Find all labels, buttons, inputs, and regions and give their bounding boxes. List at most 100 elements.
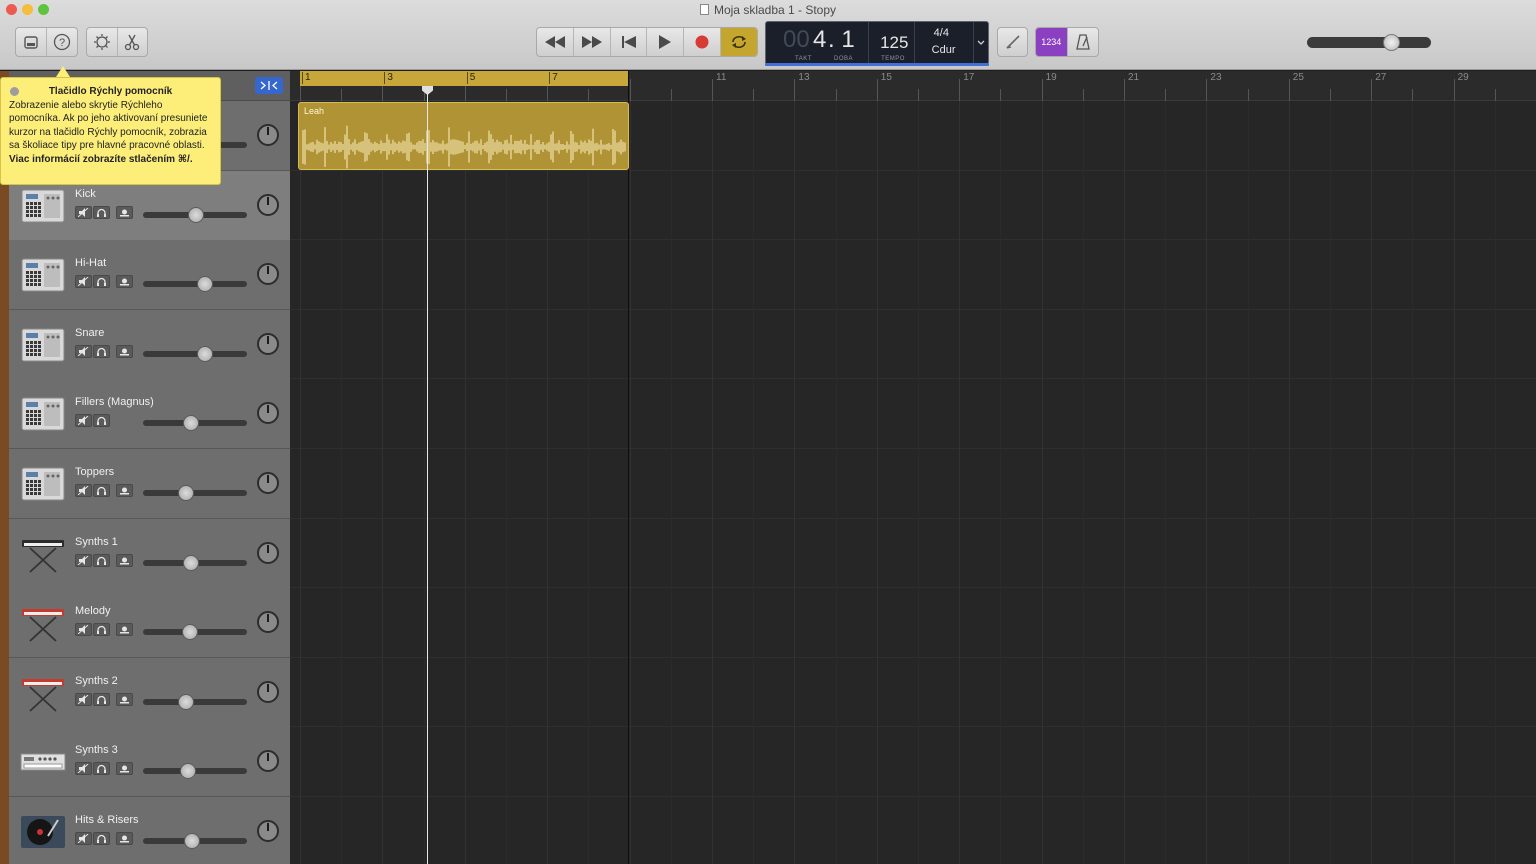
lcd-tempo[interactable]: 125 TEMPO	[869, 22, 915, 64]
record-enable-button[interactable]	[116, 275, 133, 289]
mute-button[interactable]	[75, 692, 92, 706]
solo-button[interactable]	[93, 623, 110, 637]
rewind-button[interactable]	[537, 28, 574, 56]
pan-knob[interactable]	[257, 472, 279, 494]
track-volume-knob[interactable]	[182, 624, 198, 641]
solo-button[interactable]	[93, 414, 110, 428]
track-lane[interactable]	[290, 658, 1536, 728]
solo-button[interactable]	[93, 832, 110, 845]
track-lane[interactable]	[290, 240, 1536, 310]
track-volume-knob[interactable]	[178, 693, 194, 710]
record-enable-button[interactable]	[116, 344, 133, 358]
record-enable-button[interactable]	[116, 623, 133, 637]
track-volume-knob[interactable]	[183, 415, 199, 432]
lcd-position[interactable]: 00 4 . 1 TAKT DOBA	[766, 22, 870, 64]
mute-button[interactable]	[75, 275, 92, 289]
solo-button[interactable]	[93, 762, 110, 776]
tuner-button[interactable]	[997, 27, 1028, 57]
record-enable-button[interactable]	[116, 205, 133, 219]
pan-knob[interactable]	[257, 263, 279, 286]
track-lane[interactable]	[290, 727, 1536, 797]
pan-knob[interactable]	[257, 820, 279, 842]
pan-knob[interactable]	[257, 332, 279, 355]
track-volume-knob[interactable]	[180, 763, 196, 780]
record-enable-button[interactable]	[116, 484, 133, 497]
mute-button[interactable]	[75, 553, 92, 567]
track-header[interactable]: Synths 1	[9, 518, 290, 589]
pan-knob[interactable]	[257, 402, 279, 425]
pan-knob[interactable]	[257, 124, 279, 146]
solo-button[interactable]	[93, 553, 110, 567]
go-to-start-button[interactable]	[611, 28, 648, 56]
lcd-display[interactable]: 00 4 . 1 TAKT DOBA 125 TEMPO 4/4 Cdur	[765, 21, 989, 65]
track-volume-knob[interactable]	[184, 833, 200, 849]
quick-help-button[interactable]: ?	[47, 28, 77, 56]
record-enable-button[interactable]	[116, 832, 133, 845]
track-header[interactable]: Hits & Risers	[9, 797, 290, 864]
track-lane[interactable]	[290, 449, 1536, 519]
cycle-button[interactable]	[721, 28, 757, 56]
track-header[interactable]: Toppers	[9, 449, 290, 519]
track-volume-slider[interactable]	[143, 281, 247, 288]
lcd-signature[interactable]: 4/4 Cdur	[915, 22, 975, 64]
smart-controls-button[interactable]	[87, 28, 118, 56]
track-lane[interactable]	[290, 588, 1536, 658]
mute-button[interactable]	[75, 623, 92, 637]
record-enable-button[interactable]	[116, 553, 133, 567]
cycle-region[interactable]	[300, 71, 628, 86]
track-lane[interactable]	[290, 171, 1536, 241]
lcd-tempo-label: TEMPO	[881, 56, 905, 62]
lcd-menu-button[interactable]	[974, 22, 988, 64]
editors-button[interactable]	[118, 28, 148, 56]
track-volume-knob[interactable]	[178, 485, 194, 501]
track-volume-knob[interactable]	[197, 276, 213, 293]
track-header[interactable]: Synths 2	[9, 657, 290, 728]
solo-button[interactable]	[93, 484, 110, 497]
track-header[interactable]: Synths 3	[9, 727, 290, 798]
master-volume-slider[interactable]	[1307, 37, 1431, 48]
track-volume-knob[interactable]	[188, 206, 204, 223]
mute-button[interactable]	[75, 414, 92, 428]
mute-button[interactable]	[75, 484, 92, 497]
record-button[interactable]	[684, 28, 722, 56]
track-volume-slider[interactable]	[143, 698, 247, 705]
track-header[interactable]: Snare	[9, 309, 290, 380]
playhead[interactable]	[427, 86, 428, 864]
tracks-area[interactable]	[290, 101, 1536, 864]
record-enable-button[interactable]	[116, 692, 133, 706]
track-volume-slider[interactable]	[143, 490, 247, 496]
track-header[interactable]: Fillers (Magnus)	[9, 379, 290, 450]
mute-button[interactable]	[75, 205, 92, 219]
solo-button[interactable]	[93, 275, 110, 289]
mute-button[interactable]	[75, 832, 92, 845]
solo-button[interactable]	[93, 344, 110, 358]
metronome-button[interactable]	[1068, 28, 1099, 56]
mute-button[interactable]	[75, 344, 92, 358]
track-volume-slider[interactable]	[143, 350, 247, 357]
track-lane[interactable]	[290, 519, 1536, 589]
track-lane[interactable]	[290, 379, 1536, 449]
count-in-button[interactable]: 1234	[1036, 28, 1068, 56]
pan-knob[interactable]	[257, 680, 279, 703]
pan-knob[interactable]	[257, 750, 279, 773]
mute-button[interactable]	[75, 762, 92, 776]
track-header[interactable]: Hi-Hat	[9, 240, 290, 311]
master-volume-knob[interactable]	[1383, 34, 1400, 51]
track-volume-knob[interactable]	[197, 345, 213, 362]
audio-region[interactable]: Leah	[298, 102, 629, 170]
track-lane[interactable]	[290, 797, 1536, 864]
ruler-tick	[629, 79, 631, 101]
play-button[interactable]	[647, 28, 685, 56]
library-button[interactable]	[16, 28, 47, 56]
pan-knob[interactable]	[257, 541, 279, 564]
solo-button[interactable]	[93, 692, 110, 706]
track-volume-knob[interactable]	[183, 554, 199, 571]
fast-forward-button[interactable]	[574, 28, 611, 56]
track-lane[interactable]	[290, 310, 1536, 380]
catch-playhead-button[interactable]	[255, 77, 283, 94]
record-enable-button[interactable]	[116, 762, 133, 776]
track-header[interactable]: Melody	[9, 588, 290, 659]
pan-knob[interactable]	[257, 193, 279, 216]
pan-knob[interactable]	[257, 611, 279, 634]
solo-button[interactable]	[93, 205, 110, 219]
